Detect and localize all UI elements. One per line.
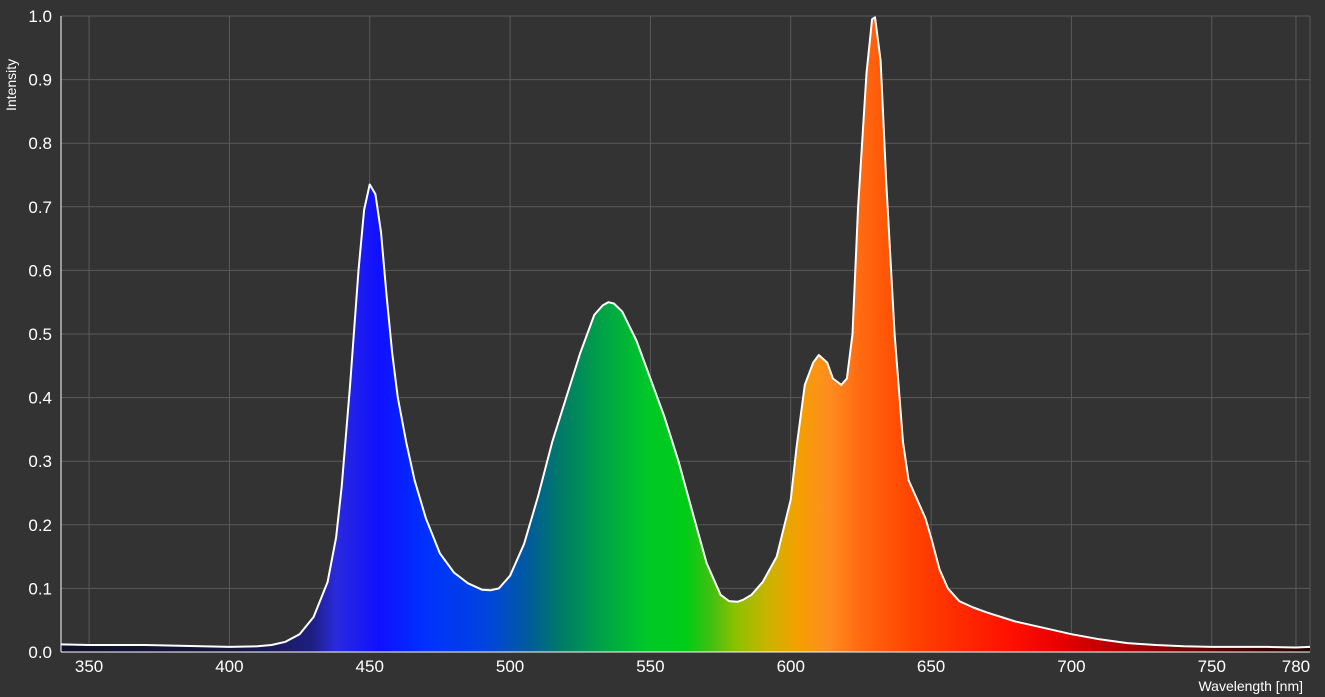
y-axis-label: Intensity [3, 59, 19, 111]
y-tick-label: 0.1 [28, 579, 52, 598]
x-tick-label: 500 [496, 657, 524, 676]
x-tick-label: 650 [917, 657, 945, 676]
y-tick-label: 0.2 [28, 516, 52, 535]
y-tick-label: 1.0 [28, 7, 52, 26]
x-tick-label: 400 [215, 657, 243, 676]
y-tick-label: 0.8 [28, 134, 52, 153]
y-tick-label: 0.4 [28, 389, 52, 408]
y-tick-label: 0.7 [28, 198, 52, 217]
x-tick-label: 750 [1198, 657, 1226, 676]
x-tick-label: 550 [636, 657, 664, 676]
spectrum-area [61, 17, 1310, 653]
y-tick-label: 0.0 [28, 643, 52, 662]
spectrum-chart: 350 400 450 500 550 600 650 700 750 780 0.0 0.1 0.2… [3, 7, 1311, 694]
y-tick-label: 0.6 [28, 261, 52, 280]
x-axis-label: Wavelength [nm] [1198, 678, 1303, 694]
x-tick-labels: 350 400 450 500 550 600 650 700 750 780 [75, 657, 1310, 676]
y-tick-label: 0.3 [28, 452, 52, 471]
x-tick-label: 350 [75, 657, 103, 676]
y-tick-label: 0.9 [28, 71, 52, 90]
y-tick-label: 0.5 [28, 325, 52, 344]
x-tick-label: 700 [1057, 657, 1085, 676]
y-tick-labels: 0.0 0.1 0.2 0.3 0.4 0.5 0.6 0.7 0.8 0.9 1.0 [28, 7, 52, 662]
x-tick-label: 780 [1282, 657, 1310, 676]
x-tick-label: 600 [777, 657, 805, 676]
x-tick-label: 450 [356, 657, 384, 676]
